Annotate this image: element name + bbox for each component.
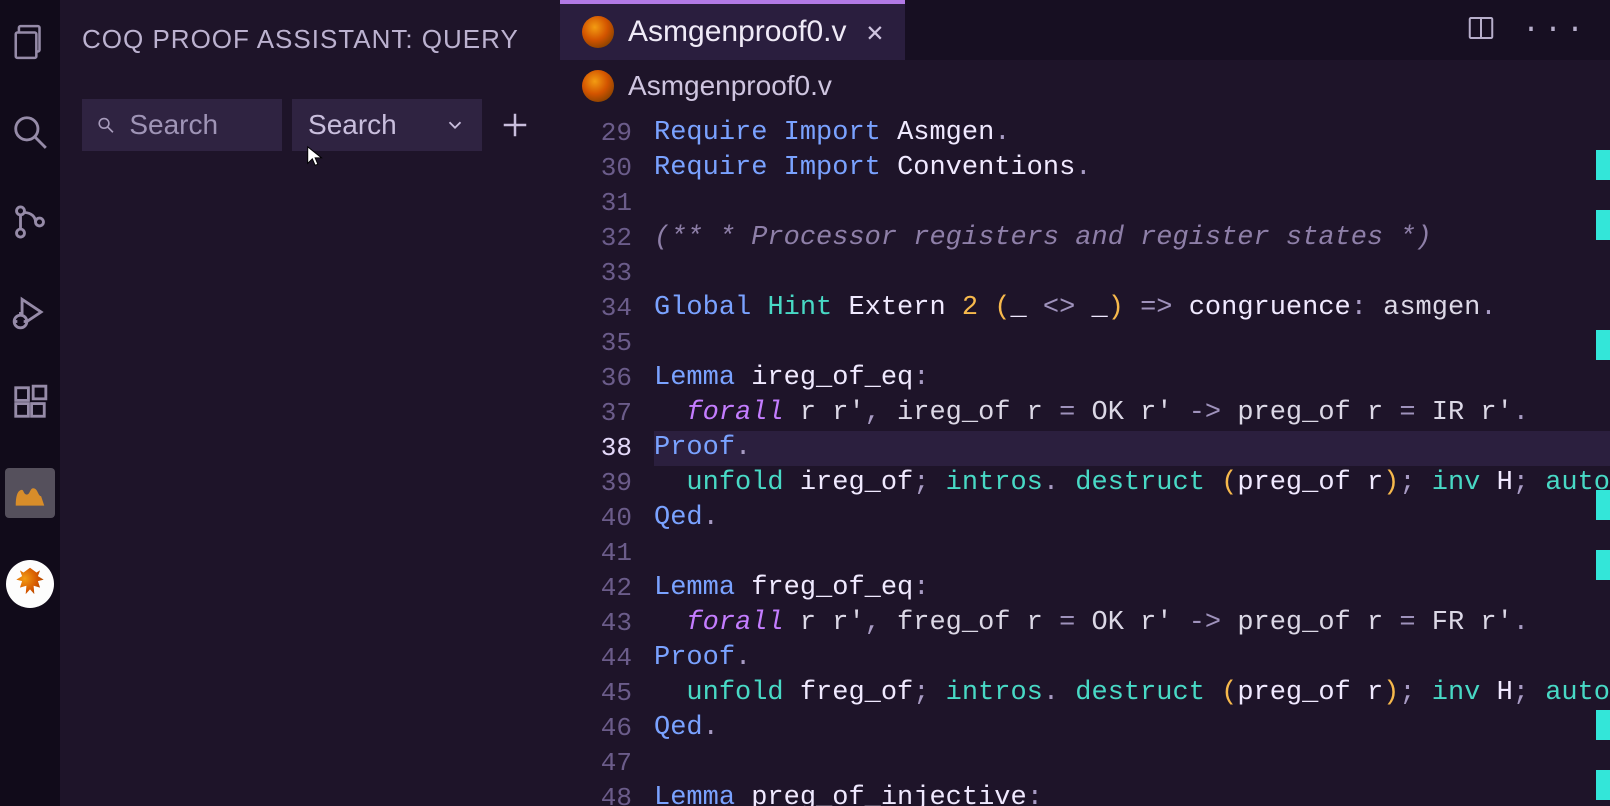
code-line[interactable]: Proof. — [654, 641, 1610, 676]
code-line[interactable] — [654, 256, 1610, 291]
panel-title: COQ PROOF ASSISTANT: QUERY — [82, 24, 538, 55]
line-number: 48 — [560, 781, 632, 806]
code-line[interactable] — [654, 326, 1610, 361]
code-line[interactable]: forall r r', freg_of r = OK r' -> preg_o… — [654, 606, 1610, 641]
editor-area: Asmgenproof0.v ✕ ··· Asmgenproof0.v 2930… — [560, 0, 1610, 806]
code-line[interactable]: Global Hint Extern 2 (_ <> _) => congrue… — [654, 291, 1610, 326]
code-line[interactable]: Lemma freg_of_eq: — [654, 571, 1610, 606]
coq-file-icon — [582, 16, 614, 48]
line-number: 33 — [560, 256, 632, 291]
editor-tab[interactable]: Asmgenproof0.v ✕ — [560, 0, 905, 60]
line-number: 37 — [560, 396, 632, 431]
query-type-label: Search — [308, 109, 397, 141]
line-number: 47 — [560, 746, 632, 781]
line-number: 41 — [560, 536, 632, 571]
overview-mark — [1596, 550, 1610, 580]
code-line[interactable]: Lemma preg_of_injective: — [654, 781, 1610, 806]
line-number: 32 — [560, 221, 632, 256]
code-line[interactable] — [654, 536, 1610, 571]
code-line[interactable]: Require Import Asmgen. — [654, 116, 1610, 151]
line-number: 44 — [560, 641, 632, 676]
tab-label: Asmgenproof0.v — [628, 15, 846, 49]
coq-query-panel: COQ PROOF ASSISTANT: QUERY Search — [60, 0, 560, 806]
line-number: 31 — [560, 186, 632, 221]
overview-mark — [1596, 490, 1610, 520]
plus-icon — [500, 110, 530, 140]
overview-ruler[interactable] — [1588, 60, 1610, 806]
explorer-icon[interactable] — [6, 18, 54, 66]
code-line[interactable]: forall r r', ireg_of r = OK r' -> preg_o… — [654, 396, 1610, 431]
ocaml-icon[interactable] — [5, 468, 55, 518]
overview-mark — [1596, 150, 1610, 180]
code-line[interactable]: Qed. — [654, 501, 1610, 536]
line-number: 43 — [560, 606, 632, 641]
run-debug-icon[interactable] — [6, 288, 54, 336]
line-number: 40 — [560, 501, 632, 536]
code-line[interactable]: unfold ireg_of; intros. destruct (preg_o… — [654, 466, 1610, 501]
line-number: 38 — [560, 431, 632, 466]
more-actions-icon[interactable]: ··· — [1522, 13, 1588, 47]
search-icon — [96, 113, 115, 137]
code-line[interactable]: Lemma ireg_of_eq: — [654, 361, 1610, 396]
line-number: 34 — [560, 291, 632, 326]
coq-file-icon — [582, 70, 614, 102]
extensions-icon[interactable] — [6, 378, 54, 426]
split-editor-icon[interactable] — [1466, 13, 1496, 43]
query-row: Search — [82, 99, 538, 151]
overview-mark — [1596, 770, 1610, 800]
breadcrumb-label: Asmgenproof0.v — [628, 70, 832, 102]
search-input-wrap[interactable] — [82, 99, 282, 151]
query-type-select[interactable]: Search — [292, 99, 482, 151]
source-control-icon[interactable] — [6, 198, 54, 246]
line-number-gutter: 2930313233343536373839404142434445464748 — [560, 112, 654, 806]
code-content[interactable]: Require Import Asmgen.Require Import Con… — [654, 112, 1610, 806]
code-line[interactable] — [654, 186, 1610, 221]
search-icon[interactable] — [6, 108, 54, 156]
code-line[interactable]: Qed. — [654, 711, 1610, 746]
line-number: 42 — [560, 571, 632, 606]
tab-bar: Asmgenproof0.v ✕ ··· — [560, 0, 1610, 60]
chevron-down-icon — [444, 114, 466, 136]
tab-actions: ··· — [1466, 13, 1610, 47]
code-line[interactable]: (** * Processor registers and register s… — [654, 221, 1610, 256]
line-number: 36 — [560, 361, 632, 396]
overview-mark — [1596, 710, 1610, 740]
line-number: 45 — [560, 676, 632, 711]
activity-bar — [0, 0, 60, 806]
code-line[interactable]: Require Import Conventions. — [654, 151, 1610, 186]
rooster-glyph-icon — [12, 566, 48, 602]
coq-icon[interactable] — [6, 560, 54, 608]
line-number: 39 — [560, 466, 632, 501]
line-number: 46 — [560, 711, 632, 746]
code-editor[interactable]: 2930313233343536373839404142434445464748… — [560, 112, 1610, 806]
breadcrumb[interactable]: Asmgenproof0.v — [560, 60, 1610, 112]
line-number: 35 — [560, 326, 632, 361]
overview-mark — [1596, 330, 1610, 360]
line-number: 30 — [560, 151, 632, 186]
code-line[interactable]: Proof. — [654, 431, 1610, 466]
code-line[interactable]: unfold freg_of; intros. destruct (preg_o… — [654, 676, 1610, 711]
overview-mark — [1596, 210, 1610, 240]
line-number: 29 — [560, 116, 632, 151]
close-icon[interactable]: ✕ — [866, 15, 883, 50]
code-line[interactable] — [654, 746, 1610, 781]
add-query-button[interactable] — [492, 101, 538, 149]
search-input[interactable] — [129, 109, 268, 141]
